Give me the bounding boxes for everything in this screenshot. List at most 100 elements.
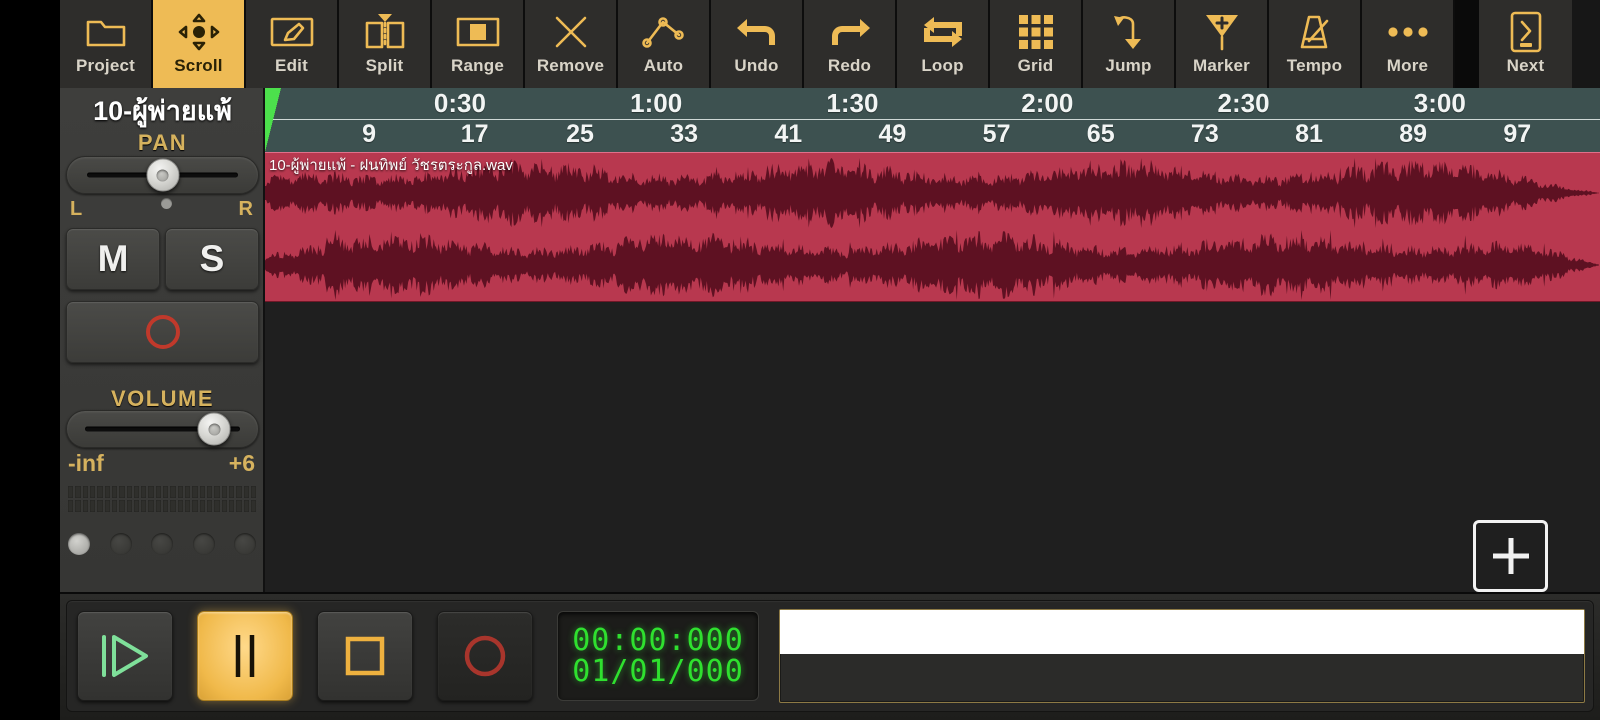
toolbar-label: Range bbox=[451, 56, 504, 75]
ruler-bar-tick: 41 bbox=[774, 120, 803, 148]
toolbar-button-next[interactable]: Next bbox=[1479, 0, 1572, 88]
meter-segment bbox=[126, 500, 132, 512]
ellipsis-icon bbox=[1386, 10, 1430, 54]
volume-max-label: +6 bbox=[228, 450, 255, 476]
undo-arrow-icon bbox=[736, 10, 778, 54]
ruler-time-tick: 2:00 bbox=[1021, 88, 1074, 118]
meter-segment bbox=[126, 486, 132, 498]
jump-arrow-icon bbox=[1109, 10, 1149, 54]
toolbar-button-loop[interactable]: Loop bbox=[897, 0, 990, 88]
toolbar-label: Tempo bbox=[1286, 56, 1343, 75]
meter-segment bbox=[185, 486, 191, 498]
ruler-time-tick: 0:30 bbox=[433, 88, 486, 118]
toolbar-button-undo[interactable]: Undo bbox=[711, 0, 804, 88]
meter-segment bbox=[228, 486, 235, 498]
toolbar-button-auto[interactable]: Auto bbox=[618, 0, 711, 88]
meter-segment bbox=[221, 500, 227, 512]
ruler-bar-tick: 73 bbox=[1190, 120, 1219, 148]
automation-curve-icon bbox=[641, 10, 686, 54]
meter-segment bbox=[111, 500, 118, 512]
meter-segment bbox=[82, 486, 88, 498]
track-led[interactable] bbox=[151, 533, 173, 555]
arrange-area[interactable]: 0:30 1:00 1:30 2:00 2:30 3:00 9 17 25 33 41 49 57 65… bbox=[265, 88, 1600, 592]
volume-knob[interactable] bbox=[197, 412, 231, 446]
toolbar-button-range[interactable]: Range bbox=[432, 0, 525, 88]
toolbar-button-edit[interactable]: Edit bbox=[246, 0, 339, 88]
ruler-bar-tick: 17 bbox=[460, 120, 489, 148]
toolbar-button-jump[interactable]: Jump bbox=[1083, 0, 1176, 88]
overview-minimap[interactable] bbox=[779, 609, 1585, 703]
toolbar-button-more[interactable]: More bbox=[1362, 0, 1455, 88]
ruler-time-tick: 3:00 bbox=[1413, 88, 1466, 118]
ruler-bar-row: 9 17 25 33 41 49 57 65 73 81 89 97 bbox=[265, 120, 1600, 152]
plus-icon bbox=[1492, 538, 1529, 574]
solo-button[interactable]: S bbox=[165, 228, 259, 290]
meter-segment bbox=[75, 500, 81, 512]
meter-segment bbox=[243, 500, 249, 512]
mute-button[interactable]: M bbox=[66, 228, 160, 290]
toolbar-button-redo[interactable]: Redo bbox=[804, 0, 897, 88]
toolbar-label: Split bbox=[365, 56, 404, 75]
meter-segment bbox=[214, 500, 220, 512]
play-button[interactable] bbox=[77, 611, 173, 701]
daw-arranger-screen: Project Scroll Edit Split Range Remove A… bbox=[0, 0, 1600, 720]
pan-label: PAN bbox=[137, 130, 188, 155]
transport-bar: 00:00:000 01/01/000 bbox=[60, 592, 1600, 720]
track-led[interactable] bbox=[68, 533, 90, 555]
toolbar-button-marker[interactable]: Marker bbox=[1176, 0, 1269, 88]
playhead-marker[interactable] bbox=[265, 88, 281, 152]
toolbar-label: Jump bbox=[1105, 56, 1152, 75]
grid-icon bbox=[1017, 10, 1055, 54]
volume-min-label: -inf bbox=[68, 450, 104, 476]
track-led[interactable] bbox=[192, 533, 215, 555]
meter-segment bbox=[192, 500, 198, 512]
toolbar-button-grid[interactable]: Grid bbox=[990, 0, 1083, 88]
ruler-bar-tick: 9 bbox=[362, 120, 377, 148]
meter-segment bbox=[104, 486, 110, 498]
meter-segment bbox=[68, 500, 74, 512]
timeline-ruler[interactable]: 0:30 1:00 1:30 2:00 2:30 3:00 9 17 25 33 41 49 57 65… bbox=[265, 88, 1600, 152]
toolbar-button-scroll[interactable]: Scroll bbox=[153, 0, 246, 88]
meter-segment bbox=[148, 486, 154, 498]
ruler-bar-tick: 49 bbox=[878, 120, 907, 148]
pause-button[interactable] bbox=[197, 611, 293, 701]
meter-segment bbox=[97, 500, 103, 512]
meter-segment bbox=[119, 500, 125, 512]
redo-arrow-icon bbox=[829, 10, 871, 54]
meter-segment bbox=[192, 486, 198, 498]
toolbar-label: Grid bbox=[1017, 56, 1054, 75]
meter-segment bbox=[221, 486, 227, 498]
audio-clip[interactable]: 10-ผู้พ่ายแพ้ - ฝนทิพย์ วัชรตระกูล.wav bbox=[265, 152, 1600, 302]
pan-knob[interactable] bbox=[146, 158, 179, 192]
volume-slider[interactable] bbox=[66, 410, 259, 448]
pan-slider[interactable] bbox=[66, 156, 259, 194]
toolbar-label: Next bbox=[1506, 56, 1545, 75]
meter-segment bbox=[170, 500, 176, 512]
play-icon bbox=[102, 635, 148, 677]
stop-button[interactable] bbox=[317, 611, 413, 701]
meter-segment bbox=[214, 486, 220, 498]
pan-right-label: R bbox=[238, 198, 253, 220]
toolbar-button-remove[interactable]: Remove bbox=[525, 0, 618, 88]
stop-icon bbox=[345, 636, 385, 676]
toolbar-label: Marker bbox=[1193, 56, 1250, 75]
record-arm-button[interactable] bbox=[66, 301, 259, 363]
toolbar-button-tempo[interactable]: Tempo bbox=[1269, 0, 1362, 88]
track-led[interactable] bbox=[109, 533, 132, 555]
meter-segment bbox=[199, 500, 205, 512]
split-icon bbox=[363, 10, 407, 54]
track-name[interactable]: 10-ผู้พ่ายแพ้ bbox=[60, 90, 265, 130]
ruler-bar-tick: 89 bbox=[1399, 120, 1427, 148]
time-display[interactable]: 00:00:000 01/01/000 bbox=[557, 611, 759, 701]
add-track-button[interactable] bbox=[1473, 520, 1548, 592]
toolbar-button-split[interactable]: Split bbox=[339, 0, 432, 88]
toolbar-button-project[interactable]: Project bbox=[60, 0, 153, 88]
meter-segment bbox=[206, 500, 213, 512]
meter-segment bbox=[199, 486, 205, 498]
record-button[interactable] bbox=[437, 611, 533, 701]
meter-segment bbox=[163, 500, 169, 512]
meter-segment bbox=[236, 486, 242, 498]
meter-segment bbox=[163, 486, 169, 498]
meter-segment bbox=[97, 486, 103, 498]
track-led[interactable] bbox=[234, 533, 256, 555]
